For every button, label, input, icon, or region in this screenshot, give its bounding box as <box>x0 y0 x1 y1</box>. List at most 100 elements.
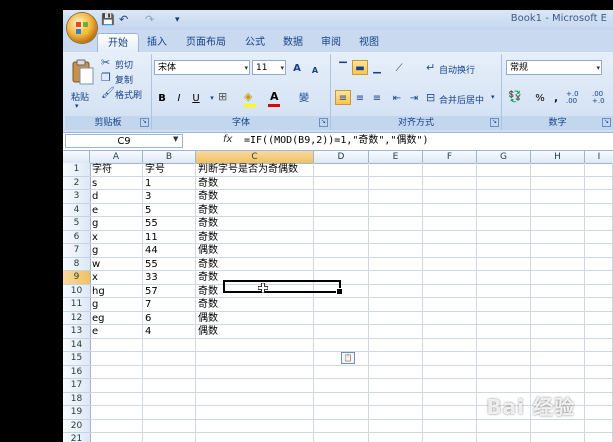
cell-c4[interactable]: 奇数 <box>196 204 218 218</box>
cell-c8[interactable]: 奇数 <box>196 258 218 272</box>
font-name-combo[interactable]: 宋体 ▾ <box>154 60 250 75</box>
format-painter-icon[interactable]: 🖌 <box>101 86 115 100</box>
cell-b5[interactable]: 55 <box>143 217 158 231</box>
redo-icon[interactable]: ↷ <box>145 13 154 27</box>
cell-a11[interactable]: g <box>90 298 98 312</box>
cell-a2[interactable]: s <box>90 177 97 191</box>
row-header[interactable]: 2 <box>63 177 90 190</box>
clipboard-launcher-icon[interactable]: ↘ <box>140 118 149 127</box>
align-top-icon[interactable]: ▔ <box>335 60 351 75</box>
row-header[interactable]: 21 <box>63 433 90 442</box>
row-header[interactable]: 13 <box>63 325 90 339</box>
cell-c10[interactable]: 奇数 <box>196 285 218 299</box>
save-icon[interactable]: 💾 <box>101 13 115 27</box>
cell-b6[interactable]: 11 <box>143 231 158 245</box>
phonetic-button[interactable]: 變 <box>296 90 312 105</box>
column-header-d[interactable]: D <box>314 151 369 163</box>
decrease-indent-icon[interactable]: ⇤ <box>389 90 405 105</box>
fill-color-icon[interactable]: ◈ <box>244 90 252 104</box>
row-header[interactable]: 12 <box>63 312 90 325</box>
cell-b8[interactable]: 55 <box>143 258 158 272</box>
cell-c6[interactable]: 奇数 <box>196 231 218 245</box>
chevron-down-icon[interactable]: ▾ <box>280 61 284 76</box>
cell-a8[interactable]: w <box>90 258 100 272</box>
column-header-f[interactable]: F <box>423 151 477 163</box>
active-cell-c9[interactable] <box>223 280 343 295</box>
align-middle-icon[interactable]: ▬ <box>352 60 368 75</box>
chevron-down-icon[interactable]: ▾ <box>596 61 600 76</box>
orientation-icon[interactable]: ⟋ <box>391 60 407 75</box>
copy-button[interactable]: 复制 <box>115 73 133 86</box>
wrap-text-icon[interactable]: ↵ <box>426 61 435 75</box>
cell-c2[interactable]: 奇数 <box>196 177 218 191</box>
cell-b10[interactable]: 57 <box>143 285 158 299</box>
cell-b11[interactable]: 7 <box>143 298 151 312</box>
row-header[interactable]: 4 <box>63 204 90 217</box>
row-header[interactable]: 15 <box>63 352 90 366</box>
cell-a6[interactable]: x <box>90 231 98 245</box>
format-painter-button[interactable]: 格式刷 <box>115 88 142 101</box>
cell-a4[interactable]: e <box>90 204 98 218</box>
cell-b13[interactable]: 4 <box>143 325 151 339</box>
cell-c3[interactable]: 奇数 <box>196 190 218 204</box>
row-header[interactable]: 9 <box>63 271 90 285</box>
paste-dropdown-icon[interactable]: ▾ <box>75 102 79 110</box>
cell-a12[interactable]: eg <box>90 312 105 326</box>
paste-icon[interactable] <box>71 58 95 86</box>
font-launcher-icon[interactable]: ↘ <box>319 118 328 127</box>
decrease-decimal-button[interactable]: .00 +.0 <box>592 91 612 105</box>
row-header[interactable]: 8 <box>63 258 90 271</box>
italic-button[interactable]: I <box>171 90 187 105</box>
increase-decimal-button[interactable]: +.0 .00 <box>566 91 590 105</box>
number-launcher-icon[interactable]: ↘ <box>602 118 611 127</box>
align-left-icon[interactable]: ≡ <box>335 90 351 105</box>
tab-home[interactable]: 开始 <box>97 33 139 52</box>
row-header[interactable]: 6 <box>63 231 90 244</box>
cell-a13[interactable]: e <box>90 325 98 339</box>
copy-icon[interactable]: ❐ <box>101 71 111 85</box>
cell-b2[interactable]: 1 <box>143 177 151 191</box>
column-header-e[interactable]: E <box>369 151 423 163</box>
align-center-icon[interactable]: ≡ <box>352 90 368 105</box>
name-box[interactable]: C9 <box>65 134 183 148</box>
percent-button[interactable]: % <box>532 90 548 105</box>
cell-a7[interactable]: g <box>90 244 98 258</box>
alignment-launcher-icon[interactable]: ↘ <box>490 118 499 127</box>
tab-data[interactable]: 数据 <box>279 33 307 52</box>
merge-center-button[interactable]: 合并后居中 <box>439 93 484 106</box>
currency-icon[interactable]: 💱 <box>508 90 522 104</box>
column-header-c[interactable]: C <box>196 151 314 163</box>
column-header-g[interactable]: G <box>477 151 531 163</box>
border-icon[interactable]: ⊞ <box>218 90 227 104</box>
align-bottom-icon[interactable]: ▁ <box>369 60 385 75</box>
paste-button[interactable]: 粘贴 <box>71 90 89 103</box>
bold-button[interactable]: B <box>154 90 170 105</box>
wrap-text-button[interactable]: 自动换行 <box>439 63 475 76</box>
cell-c9[interactable]: 奇数 <box>196 271 218 285</box>
cell-a5[interactable]: g <box>90 217 98 231</box>
row-header[interactable]: 20 <box>63 420 90 433</box>
fill-handle[interactable] <box>336 288 343 295</box>
column-header-a[interactable]: A <box>90 151 143 163</box>
name-box-dropdown-icon[interactable]: ▼ <box>173 135 178 143</box>
cell-a10[interactable]: hg <box>90 285 105 299</box>
formula-input[interactable]: =IF((MOD(B9,2))=1,"奇数","偶数") <box>244 134 429 148</box>
cell-b7[interactable]: 44 <box>143 244 158 258</box>
insert-function-icon[interactable]: fx <box>223 134 232 145</box>
row-header[interactable]: 19 <box>63 406 90 420</box>
undo-icon[interactable]: ↶ <box>119 13 128 27</box>
increase-indent-icon[interactable]: ⇥ <box>406 90 422 105</box>
tab-insert[interactable]: 插入 <box>143 33 171 52</box>
tab-formulas[interactable]: 公式 <box>241 33 269 52</box>
cell-c13[interactable]: 偶数 <box>196 325 218 339</box>
cell-a3[interactable]: d <box>90 190 98 204</box>
tab-page-layout[interactable]: 页面布局 <box>181 33 231 52</box>
row-header[interactable]: 7 <box>63 244 90 258</box>
tab-view[interactable]: 视图 <box>355 33 383 52</box>
select-all-corner[interactable] <box>63 151 90 163</box>
row-header[interactable]: 14 <box>63 339 90 352</box>
row-header[interactable]: 17 <box>63 379 90 393</box>
column-header-i[interactable]: I <box>585 151 613 163</box>
comma-button[interactable]: , <box>548 90 564 105</box>
shrink-font-button[interactable]: A <box>307 62 323 77</box>
